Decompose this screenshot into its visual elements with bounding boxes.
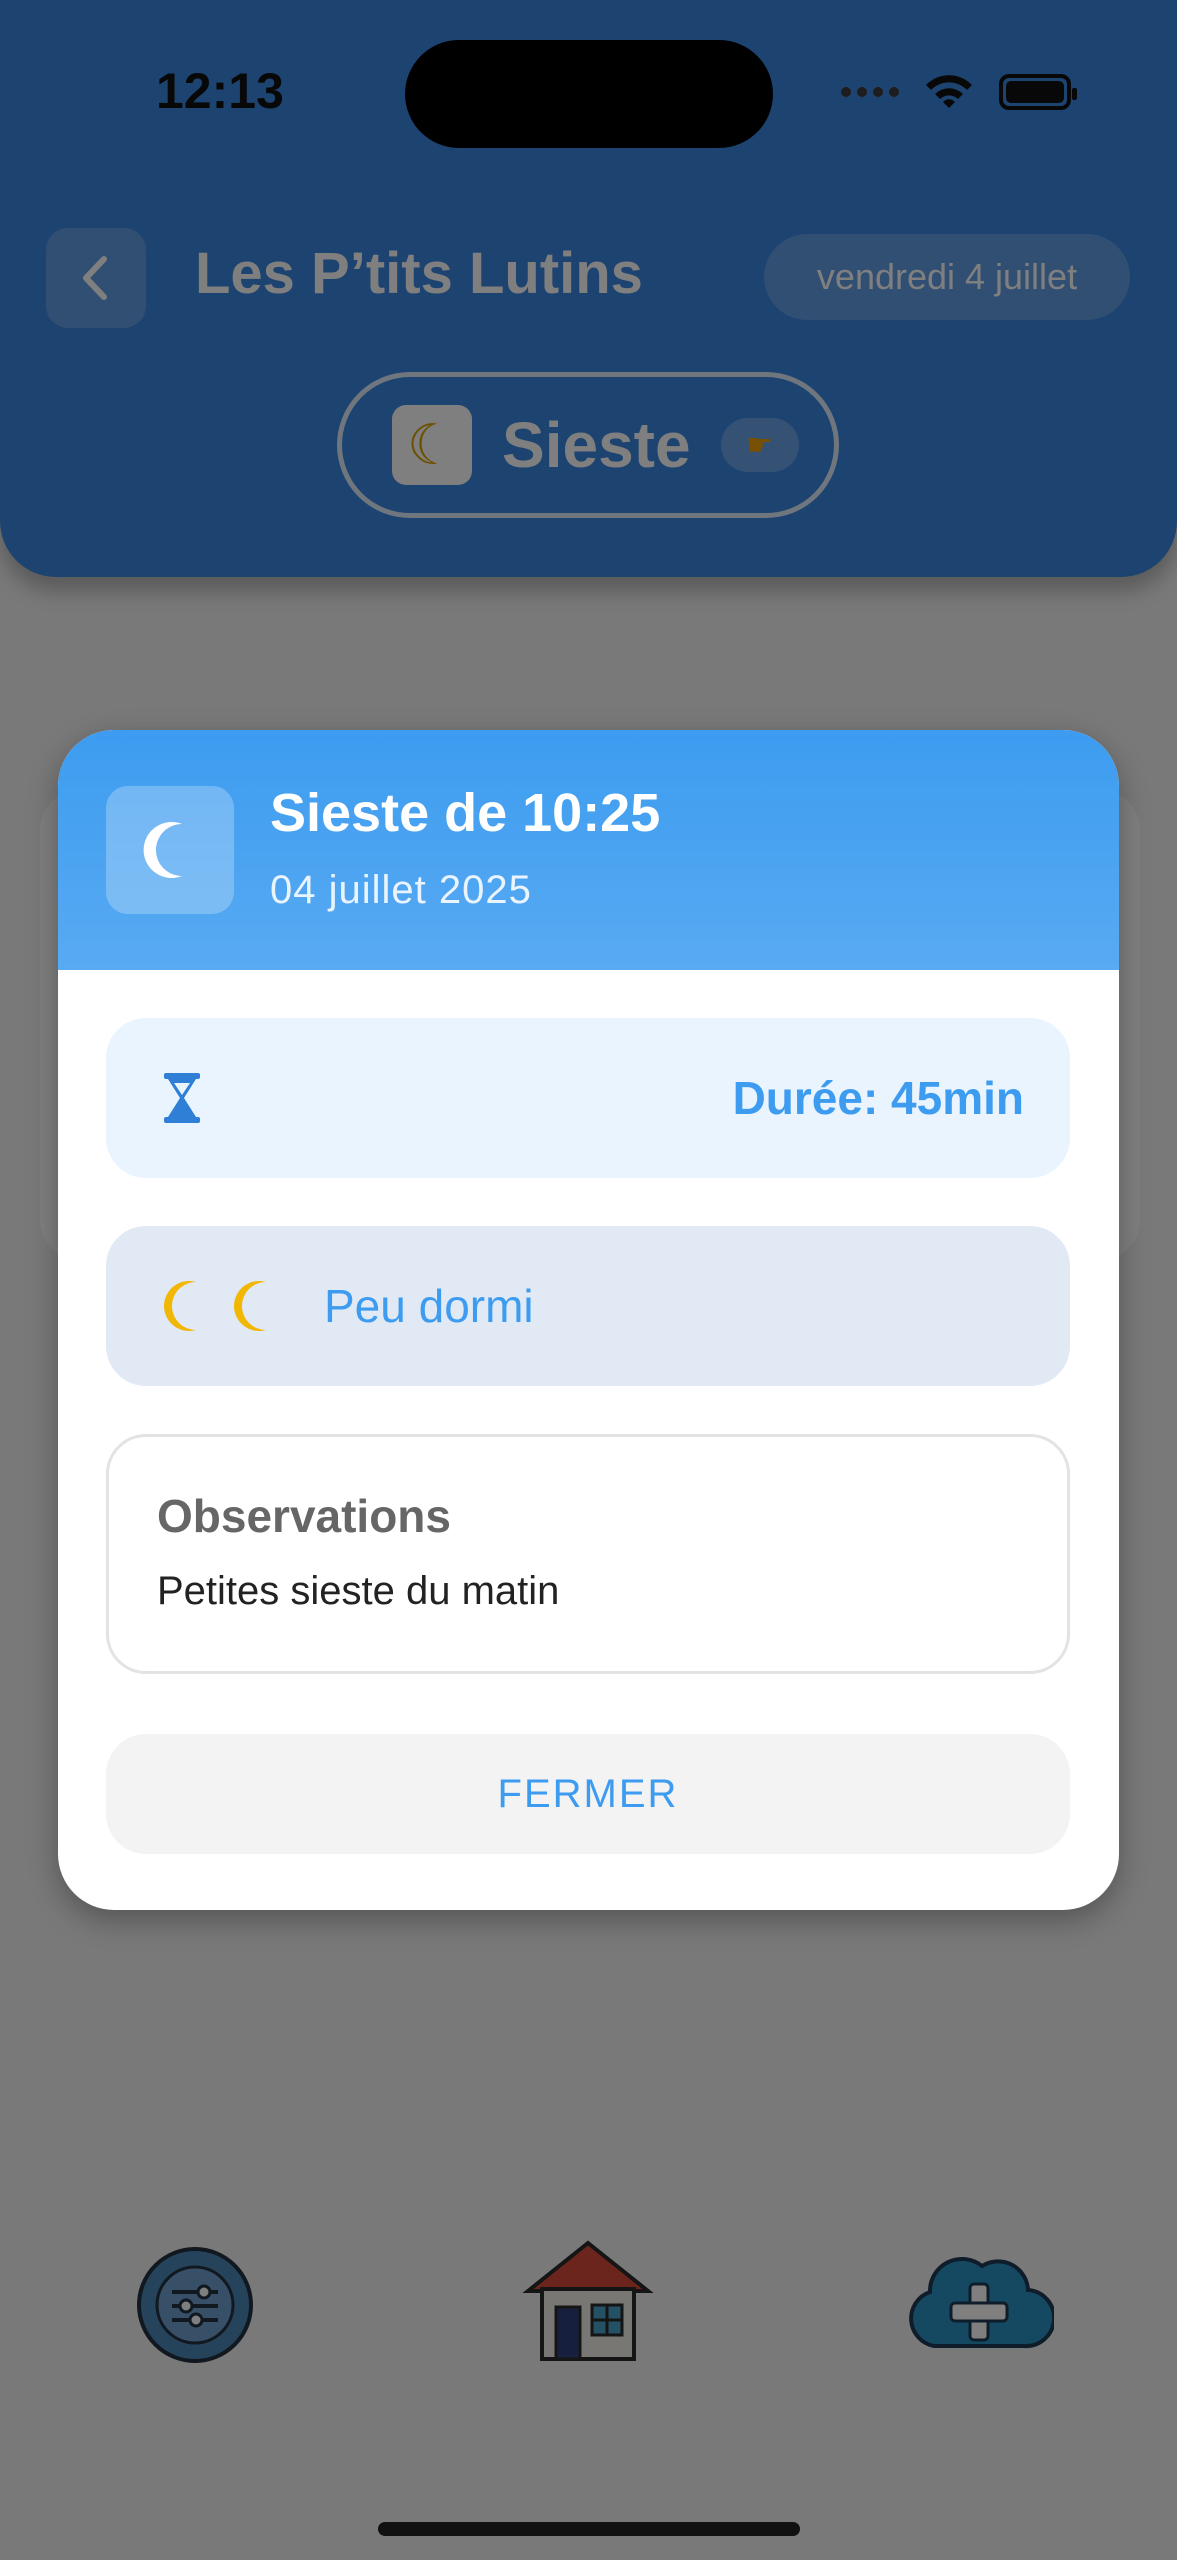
sleep-quality-text: Peu dormi: [324, 1280, 534, 1332]
sleep-quality-row: Peu dormi: [106, 1226, 1070, 1386]
close-button[interactable]: FERMER: [106, 1734, 1070, 1854]
moon-icon: [234, 1281, 266, 1331]
modal-header: Sieste de 10:25 04 juillet 2025: [58, 730, 1119, 970]
observations-text: Petites sieste du matin: [157, 1569, 560, 1613]
duration-text: Durée: 45min: [732, 1072, 1024, 1124]
home-indicator[interactable]: [378, 2522, 800, 2536]
modal-title: Sieste de 10:25: [270, 783, 661, 843]
moon-icon: [164, 1281, 196, 1331]
observations-title: Observations: [157, 1490, 451, 1542]
observations-box: Observations Petites sieste du matin: [106, 1434, 1070, 1674]
nap-detail-modal: Sieste de 10:25 04 juillet 2025 Durée: 4…: [58, 730, 1119, 1910]
moon-icon: [106, 786, 234, 914]
modal-date: 04 juillet 2025: [270, 868, 532, 912]
duration-row: Durée: 45min: [106, 1018, 1070, 1178]
hourglass-icon: [164, 1073, 200, 1123]
